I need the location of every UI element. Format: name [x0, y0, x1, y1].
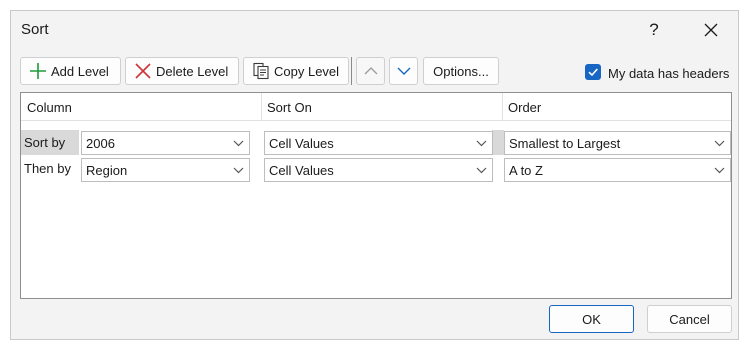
options-label: Options...: [433, 63, 489, 79]
column-select[interactable]: 2006: [81, 131, 250, 155]
column-divider: [261, 93, 262, 120]
sort-dialog: Sort ? Add Level Delete Level Copy Level: [10, 10, 739, 340]
move-up-button[interactable]: [356, 57, 385, 85]
copy-icon: [252, 62, 270, 80]
delete-level-label: Delete Level: [156, 63, 229, 79]
order-select[interactable]: A to Z: [504, 158, 731, 182]
sort-on-header: Sort On: [267, 100, 312, 115]
order-select[interactable]: Smallest to Largest: [504, 131, 731, 155]
order-select-value: A to Z: [509, 162, 543, 178]
close-icon: [704, 23, 718, 37]
chevron-down-icon: [227, 140, 249, 147]
row-selection-highlight: [492, 130, 504, 155]
add-level-label: Add Level: [51, 63, 109, 79]
sort-on-select-value: Cell Values: [269, 135, 334, 151]
sort-on-select[interactable]: Cell Values: [264, 158, 493, 182]
chevron-down-icon: [708, 140, 730, 147]
options-button[interactable]: Options...: [423, 57, 499, 85]
delete-x-icon: [134, 62, 152, 80]
move-down-button[interactable]: [389, 57, 418, 85]
cancel-button[interactable]: Cancel: [647, 305, 732, 333]
add-level-button[interactable]: Add Level: [20, 57, 121, 85]
column-select[interactable]: Region: [81, 158, 250, 182]
sort-levels-grid: Column Sort On Order Sort by 2006 Cell V…: [20, 92, 732, 299]
chevron-up-icon: [364, 67, 377, 75]
sort-on-select-value: Cell Values: [269, 162, 334, 178]
row-label-then-by: Then by: [24, 161, 71, 176]
help-button[interactable]: ?: [638, 15, 670, 45]
order-header: Order: [508, 100, 542, 115]
column-divider: [502, 93, 503, 120]
chevron-down-icon: [470, 167, 492, 174]
row-label-sort-by: Sort by: [24, 135, 66, 150]
toolbar-separator: [351, 57, 352, 85]
header-line: [21, 120, 731, 121]
chevron-down-icon: [470, 140, 492, 147]
order-select-value: Smallest to Largest: [509, 135, 621, 151]
checkmark-icon: [588, 68, 598, 77]
column-header: Column: [27, 100, 72, 115]
column-select-value: 2006: [86, 135, 115, 151]
chevron-down-icon: [708, 167, 730, 174]
delete-level-button[interactable]: Delete Level: [125, 57, 239, 85]
ok-button[interactable]: OK: [549, 305, 634, 333]
plus-icon: [29, 62, 47, 80]
chevron-down-icon: [397, 67, 410, 75]
chevron-down-icon: [227, 167, 249, 174]
dialog-title: Sort: [21, 21, 49, 38]
copy-level-button[interactable]: Copy Level: [243, 57, 349, 85]
headers-checkbox-label[interactable]: My data has headers: [608, 66, 729, 81]
headers-checkbox[interactable]: [585, 64, 601, 80]
copy-level-label: Copy Level: [274, 63, 340, 79]
close-button[interactable]: [695, 15, 727, 45]
sort-on-select[interactable]: Cell Values: [264, 131, 493, 155]
column-select-value: Region: [86, 162, 128, 178]
